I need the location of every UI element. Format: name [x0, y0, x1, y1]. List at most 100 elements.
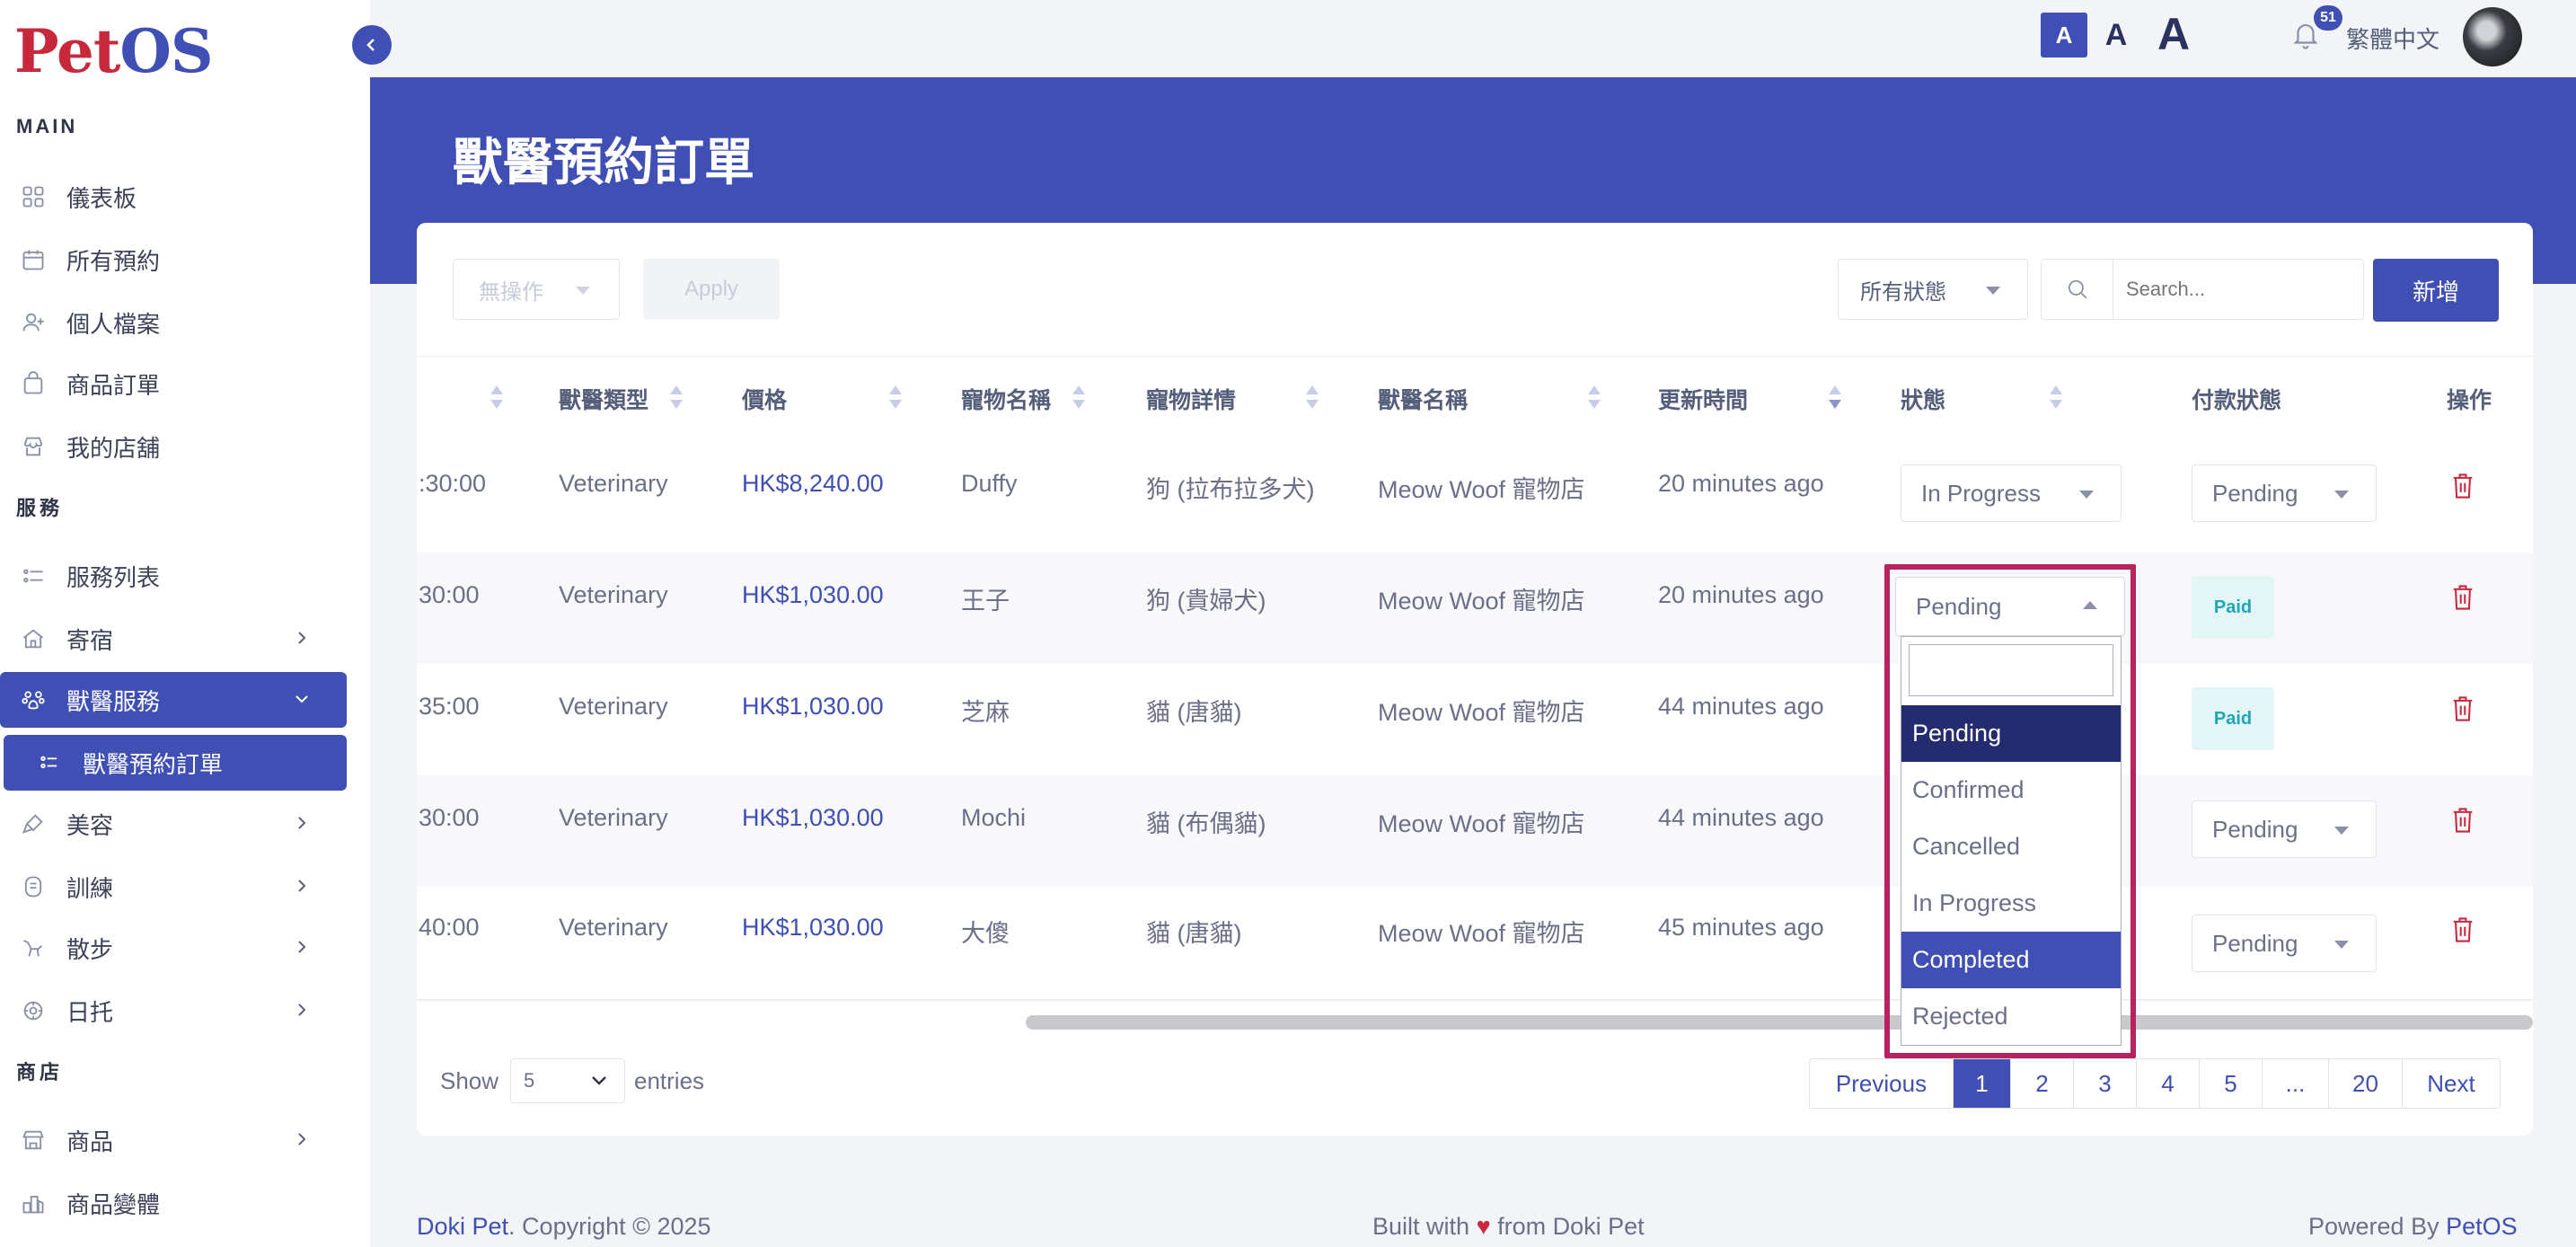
time-cell: 35:00	[419, 693, 480, 720]
footer-built-with: Built with ♥ from Doki Pet	[1372, 1213, 1645, 1240]
pagination-page[interactable]: 1	[1954, 1059, 2011, 1108]
chevron-left-icon	[366, 39, 375, 51]
chevron-right-icon	[298, 632, 306, 644]
pagination-page[interactable]: 3	[2074, 1059, 2137, 1108]
sort-icon[interactable]	[1306, 385, 1319, 412]
sidebar-item-training[interactable]: 訓練	[0, 859, 347, 915]
sort-icon[interactable]	[889, 385, 902, 412]
vet-name-cell: Meow Woof 寵物店	[1378, 810, 1585, 837]
footer-brand-link[interactable]: Doki Pet	[417, 1213, 508, 1240]
status-option-confirmed[interactable]: Confirmed	[1901, 762, 2121, 818]
sort-icon[interactable]	[1072, 385, 1085, 412]
status-option-in-progress[interactable]: In Progress	[1901, 875, 2121, 932]
pagination-page[interactable]: 5	[2200, 1059, 2263, 1108]
section-title-main: MAIN	[16, 115, 78, 137]
sidebar-item-dashboard[interactable]: 儀表板	[0, 169, 347, 225]
payment-status-select[interactable]: Pending	[2192, 800, 2377, 858]
column-header-pet-name[interactable]: 寵物名稱	[961, 357, 1051, 441]
column-header-updated[interactable]: 更新時間	[1658, 357, 1748, 441]
column-header-price[interactable]: 價格	[742, 357, 787, 441]
payment-status-select[interactable]: Pending	[2192, 464, 2377, 522]
delete-icon[interactable]	[2450, 583, 2475, 612]
vet-icon	[20, 686, 47, 713]
page-length-select[interactable]: 5	[510, 1058, 625, 1103]
language-selector[interactable]: 繁體中文	[2346, 22, 2439, 55]
calendar-icon	[20, 246, 47, 273]
avatar[interactable]	[2463, 7, 2522, 66]
chevron-right-icon	[298, 817, 306, 829]
column-header-payment[interactable]: 付款狀態	[2192, 357, 2281, 441]
vet-type-cell: Veterinary	[559, 581, 668, 608]
sort-icon[interactable]	[670, 385, 683, 412]
sidebar-item-product-variants[interactable]: 商品變體	[0, 1175, 347, 1231]
pet-name-cell: Duffy	[961, 470, 1018, 497]
sidebar-item-boarding[interactable]: 寄宿	[0, 611, 347, 667]
payment-status-select[interactable]: Pending	[2192, 915, 2377, 972]
updated-cell: 45 minutes ago	[1658, 914, 1824, 941]
price-cell: HK$1,030.00	[742, 581, 884, 608]
sidebar-item-grooming[interactable]: 美容	[0, 796, 347, 852]
column-header-vet-type[interactable]: 獸醫類型	[559, 357, 648, 441]
sidebar-item-profile[interactable]: 個人檔案	[0, 295, 347, 350]
sidebar-item-service-list[interactable]: 服務列表	[0, 548, 347, 604]
pagination-previous[interactable]: Previous	[1810, 1059, 1954, 1108]
apply-button[interactable]: Apply	[643, 259, 780, 320]
table-bottom-divider	[417, 999, 2533, 1001]
font-size-large-button[interactable]: A	[2150, 9, 2197, 59]
status-option-cancelled[interactable]: Cancelled	[1901, 818, 2121, 875]
pagination-next[interactable]: Next	[2403, 1059, 2500, 1108]
search-input[interactable]	[2113, 259, 2364, 320]
status-option-rejected[interactable]: Rejected	[1901, 988, 2121, 1045]
column-header-status[interactable]: 狀態	[1901, 357, 1945, 441]
add-button[interactable]: 新增	[2373, 259, 2499, 322]
sidebar-item-label: 我的店舖	[66, 434, 161, 462]
column-header-pet-detail[interactable]: 寵物詳情	[1146, 357, 1236, 441]
footer-petos-link[interactable]: PetOS	[2446, 1213, 2518, 1240]
sidebar: PetOS MAIN 儀表板 所有預約 個人檔案 商品訂單 我的店舖 服務 服務…	[0, 0, 370, 1247]
walk-icon	[20, 934, 47, 961]
delete-icon[interactable]	[2450, 472, 2475, 500]
sidebar-item-products[interactable]: 商品	[0, 1112, 347, 1168]
petos-logo[interactable]: PetOS	[14, 16, 214, 86]
bulk-action-select[interactable]: 無操作	[453, 259, 620, 320]
sort-desc-icon[interactable]	[1829, 385, 1841, 412]
font-size-small-button[interactable]: A	[2041, 13, 2087, 57]
sidebar-collapse-button[interactable]	[352, 25, 392, 65]
sort-icon[interactable]	[2050, 385, 2062, 412]
vet-type-cell: Veterinary	[559, 470, 668, 497]
caret-down-icon	[2079, 491, 2094, 499]
dropdown-search-input[interactable]	[1909, 644, 2113, 696]
sidebar-item-vet-booking-orders[interactable]: 獸醫預約訂單	[4, 735, 347, 791]
sidebar-item-my-store[interactable]: 我的店舖	[0, 419, 347, 474]
pagination-page[interactable]: 4	[2137, 1059, 2200, 1108]
delete-icon[interactable]	[2450, 915, 2475, 944]
status-option-completed[interactable]: Completed	[1901, 932, 2121, 988]
paid-badge: Paid	[2192, 687, 2274, 750]
sidebar-item-product-orders[interactable]: 商品訂單	[0, 356, 347, 411]
sidebar-item-walking[interactable]: 散步	[0, 920, 347, 976]
status-select-open[interactable]: Pending	[1895, 577, 2125, 636]
sidebar-item-daycare[interactable]: 日托	[0, 983, 347, 1039]
sidebar-item-all-bookings[interactable]: 所有預約	[0, 232, 347, 287]
status-filter-select[interactable]: 所有狀態	[1838, 259, 2028, 320]
sort-icon[interactable]	[1588, 385, 1601, 412]
table-row: :30:00 Veterinary HK$8,240.00 Duffy 狗 (拉…	[417, 441, 2533, 553]
sidebar-item-label: 獸醫預約訂單	[83, 750, 224, 778]
status-select[interactable]: In Progress	[1901, 464, 2122, 522]
notification-badge: 51	[2314, 5, 2342, 31]
column-header-vet-name[interactable]: 獸醫名稱	[1378, 357, 1468, 441]
shop-icon	[20, 1127, 47, 1154]
pagination-page[interactable]: 2	[2011, 1059, 2074, 1108]
sidebar-item-vet-services[interactable]: 獸醫服務	[0, 672, 347, 728]
pagination-page[interactable]: 20	[2329, 1059, 2403, 1108]
delete-icon[interactable]	[2450, 806, 2475, 835]
status-option-pending[interactable]: Pending	[1901, 705, 2121, 762]
training-icon	[20, 873, 47, 900]
home-icon	[20, 625, 47, 652]
price-cell: HK$8,240.00	[742, 470, 884, 497]
horizontal-scrollbar[interactable]	[1026, 1015, 2533, 1030]
delete-icon[interactable]	[2450, 694, 2475, 723]
table-row: 30:00 Veterinary HK$1,030.00 王子 狗 (貴婦犬) …	[417, 553, 2533, 664]
sort-icon[interactable]	[490, 385, 503, 412]
font-size-medium-button[interactable]: A	[2098, 13, 2134, 57]
